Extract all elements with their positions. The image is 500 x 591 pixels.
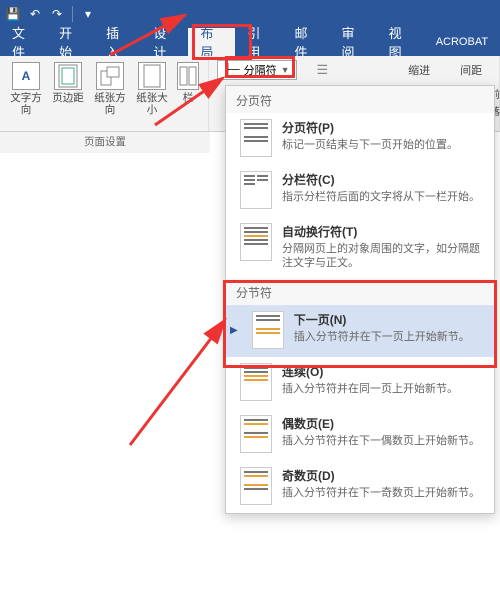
tab-acrobat[interactable]: ACROBAT (424, 28, 500, 56)
even-page-thumb-icon (240, 415, 272, 453)
breaks-button[interactable]: ├─ 分隔符 ▼ (217, 60, 297, 80)
dd-desc: 分隔网页上的对象周围的文字，如分隔题注文字与正文。 (282, 242, 484, 270)
odd-page-thumb-icon (240, 467, 272, 505)
dd-desc: 插入分节符并在同一页上开始新节。 (282, 382, 484, 396)
wrapping-thumb-icon (240, 223, 272, 261)
page-break-thumb-icon (240, 119, 272, 157)
tab-layout[interactable]: 布局 (188, 28, 235, 56)
dd-odd-page[interactable]: 奇数页(D) 插入分节符并在下一奇数页上开始新节。 (226, 461, 494, 513)
dd-desc: 指示分栏符后面的文字将从下一栏开始。 (282, 190, 484, 204)
save-icon[interactable]: 💾 (6, 7, 20, 21)
breaks-label: 分隔符 (244, 62, 277, 78)
dd-desc: 插入分节符并在下一页上开始新节。 (294, 330, 484, 344)
tab-design[interactable]: 设计 (141, 28, 188, 56)
spacing-label: 间距 (460, 62, 482, 78)
continuous-thumb-icon (240, 363, 272, 401)
dd-even-page[interactable]: 偶数页(E) 插入分节符并在下一偶数页上开始新节。 (226, 409, 494, 461)
menu-bar: 文件 开始 插入 设计 布局 引用 邮件 审阅 视图 ACROBAT (0, 28, 500, 56)
size-icon (138, 62, 166, 90)
dd-title: 连续(O) (282, 363, 484, 380)
undo-icon[interactable]: ↶ (28, 7, 42, 21)
indent-label: 缩进 (408, 62, 430, 78)
selection-arrow-icon: ▶ (230, 325, 238, 336)
section-header-sectionbreaks: 分节符 (226, 278, 494, 305)
text-direction-icon: A (12, 62, 40, 90)
orientation-button[interactable]: 纸张方向 (90, 60, 130, 118)
group-pagesetup-label: 页面设置 (0, 132, 210, 153)
chevron-down-icon: ▼ (281, 65, 290, 75)
section-header-pagebreaks: 分页符 (226, 86, 494, 113)
line-numbers-icon[interactable]: ☰ (317, 62, 329, 78)
tab-file[interactable]: 文件 (0, 28, 47, 56)
qat-separator (72, 6, 73, 22)
dd-text-wrapping[interactable]: 自动换行符(T) 分隔网页上的对象周围的文字，如分隔题注文字与正文。 (226, 217, 494, 278)
dd-desc: 标记一页结束与下一页开始的位置。 (282, 138, 484, 152)
dd-desc: 插入分节符并在下一偶数页上开始新节。 (282, 434, 484, 448)
tab-review[interactable]: 审阅 (330, 28, 377, 56)
column-break-thumb-icon (240, 171, 272, 209)
columns-icon (177, 62, 199, 90)
qat-more-icon[interactable]: ▾ (81, 7, 95, 21)
dd-continuous[interactable]: 连续(O) 插入分节符并在同一页上开始新节。 (226, 357, 494, 409)
tab-view[interactable]: 视图 (377, 28, 424, 56)
dd-title: 分栏符(C) (282, 171, 484, 188)
dd-title: 自动换行符(T) (282, 223, 484, 240)
tab-mailings[interactable]: 邮件 (282, 28, 329, 56)
arrow-to-next-page (110, 300, 240, 450)
tab-references[interactable]: 引用 (235, 28, 282, 56)
columns-button[interactable]: 栏 (174, 60, 202, 106)
group-pagesetup: A 文字方向 页边距 纸张方向 纸张大小 栏 (0, 56, 209, 131)
dd-desc: 插入分节符并在下一奇数页上开始新节。 (282, 486, 484, 500)
dd-next-page[interactable]: ▶ 下一页(N) 插入分节符并在下一页上开始新节。 (226, 305, 494, 357)
breaks-icon: ├─ (224, 64, 240, 76)
orientation-icon (96, 62, 124, 90)
tab-home[interactable]: 开始 (47, 28, 94, 56)
dd-column-break[interactable]: 分栏符(C) 指示分栏符后面的文字将从下一栏开始。 (226, 165, 494, 217)
margins-button[interactable]: 页边距 (48, 60, 88, 106)
breaks-dropdown: 分页符 分页符(P) 标记一页结束与下一页开始的位置。 分栏符(C) 指示分栏符后面… (225, 85, 495, 514)
next-page-thumb-icon (252, 311, 284, 349)
margins-icon (54, 62, 82, 90)
dd-title: 分页符(P) (282, 119, 484, 136)
dd-title: 奇数页(D) (282, 467, 484, 484)
dd-page-break[interactable]: 分页符(P) 标记一页结束与下一页开始的位置。 (226, 113, 494, 165)
size-button[interactable]: 纸张大小 (132, 60, 172, 118)
tab-insert[interactable]: 插入 (94, 28, 141, 56)
redo-icon[interactable]: ↷ (50, 7, 64, 21)
dd-title: 偶数页(E) (282, 415, 484, 432)
text-direction-button[interactable]: A 文字方向 (6, 60, 46, 118)
dd-title: 下一页(N) (294, 311, 484, 328)
